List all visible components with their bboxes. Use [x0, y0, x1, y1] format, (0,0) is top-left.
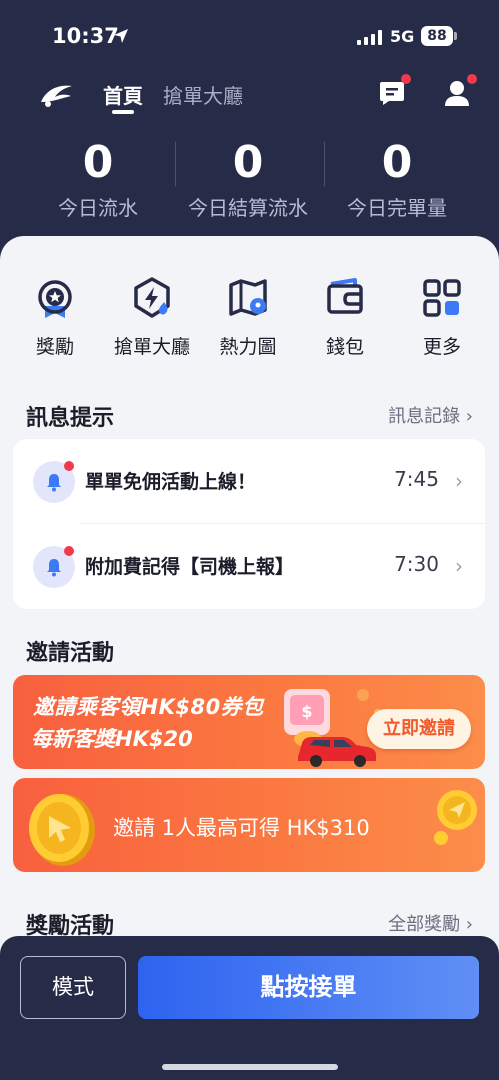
medal-icon	[38, 280, 72, 318]
network-label: 5G	[390, 27, 415, 46]
bell-avatar	[33, 461, 75, 503]
unread-dot	[64, 461, 74, 471]
app-logo-icon	[41, 85, 72, 107]
tab-order-hall[interactable]: 搶單大廳	[163, 80, 243, 109]
invite-reward-banner[interactable]: 邀請 1人最高可得 HK$310	[13, 778, 485, 872]
stat-label: 今日結算流水	[188, 196, 308, 220]
menu-label: 更多	[422, 336, 461, 358]
accept-orders-button[interactable]: 點按接單	[138, 956, 479, 1019]
invite-now-button[interactable]: 立即邀請	[367, 709, 471, 749]
stat-value: 0	[232, 137, 264, 188]
status-time: 10:37	[52, 24, 119, 48]
message-card: 單單免佣活動上線！ 7:45 › 附加費記得【司機上報】 7:30 ›	[13, 439, 485, 609]
profile-button[interactable]	[443, 74, 477, 108]
banner-headline: 邀請 1人最高可得 HK$310	[113, 816, 370, 840]
status-bar: 10:37 5G 88	[0, 0, 499, 72]
stat-label: 今日流水	[58, 196, 138, 220]
coin-send-icon	[434, 790, 477, 845]
menu-rewards[interactable]: 獎勵	[10, 276, 100, 359]
coin-icon	[29, 794, 95, 866]
all-rewards-link[interactable]: 全部獎勵 ›	[388, 910, 473, 936]
location-arrow-icon	[114, 29, 128, 43]
bell-avatar	[33, 546, 75, 588]
menu-label: 錢包	[325, 336, 364, 358]
stat-settled-flow: 0 今日結算流水	[173, 136, 323, 221]
stat-label: 今日完單量	[347, 196, 447, 220]
menu-more[interactable]: 更多	[397, 276, 487, 359]
home-indicator[interactable]	[162, 1064, 338, 1070]
notification-dot	[401, 74, 411, 84]
message-history-link[interactable]: 訊息記錄 ›	[388, 402, 473, 428]
bell-icon	[47, 559, 61, 577]
messages-button[interactable]	[377, 74, 411, 108]
tab-home[interactable]: 首頁	[103, 80, 143, 114]
banner-subline: 每新客獎HK$20	[31, 727, 193, 751]
message-text: 附加費記得【司機上報】	[85, 556, 295, 578]
bottom-action-bar: 模式 點按接單	[0, 936, 499, 1080]
chevron-right-icon: ›	[455, 554, 463, 578]
invite-passenger-banner[interactable]: 邀請乘客領HK$80券包 每新客獎HK$20 $ 立即邀請	[13, 675, 485, 769]
signal-icon	[357, 30, 382, 45]
main-content: 獎勵 搶單大廳 熱力圖 錢包 更多 訊息提示 訊息記錄 › 單單免佣活動上線！ …	[0, 236, 499, 996]
map-icon	[229, 279, 267, 316]
menu-wallet[interactable]: 錢包	[300, 276, 390, 359]
unread-dot	[64, 546, 74, 556]
menu-order-hall[interactable]: 搶單大廳	[107, 276, 197, 359]
bell-icon	[47, 474, 61, 492]
message-time: 7:45	[394, 467, 439, 491]
notification-dot	[467, 74, 477, 84]
lightning-shield-icon	[134, 277, 170, 318]
stat-completed-orders: 0 今日完單量	[322, 136, 472, 221]
svg-text:$: $	[301, 702, 312, 721]
stat-value: 0	[82, 137, 114, 188]
menu-label: 熱力圖	[219, 336, 277, 358]
message-time: 7:30	[394, 552, 439, 576]
message-item[interactable]: 單單免佣活動上線！ 7:45 ›	[13, 439, 485, 523]
messages-section-title: 訊息提示	[26, 406, 115, 431]
wallet-icon	[327, 278, 363, 314]
invite-section-title: 邀請活動	[26, 641, 115, 666]
battery-icon: 88	[421, 26, 457, 46]
menu-heatmap[interactable]: 熱力圖	[203, 276, 293, 359]
menu-label: 獎勵	[35, 336, 74, 358]
menu-label: 搶單大廳	[113, 336, 190, 358]
message-item[interactable]: 附加費記得【司機上報】 7:30 ›	[13, 524, 485, 608]
grid-icon	[423, 279, 461, 317]
stat-today-flow: 0 今日流水	[23, 136, 173, 221]
stat-value: 0	[381, 137, 413, 188]
message-text: 單單免佣活動上線！	[85, 471, 257, 493]
mode-button[interactable]: 模式	[20, 956, 126, 1019]
banner-headline: 邀請乘客領HK$80券包	[33, 695, 264, 719]
chevron-right-icon: ›	[455, 469, 463, 493]
